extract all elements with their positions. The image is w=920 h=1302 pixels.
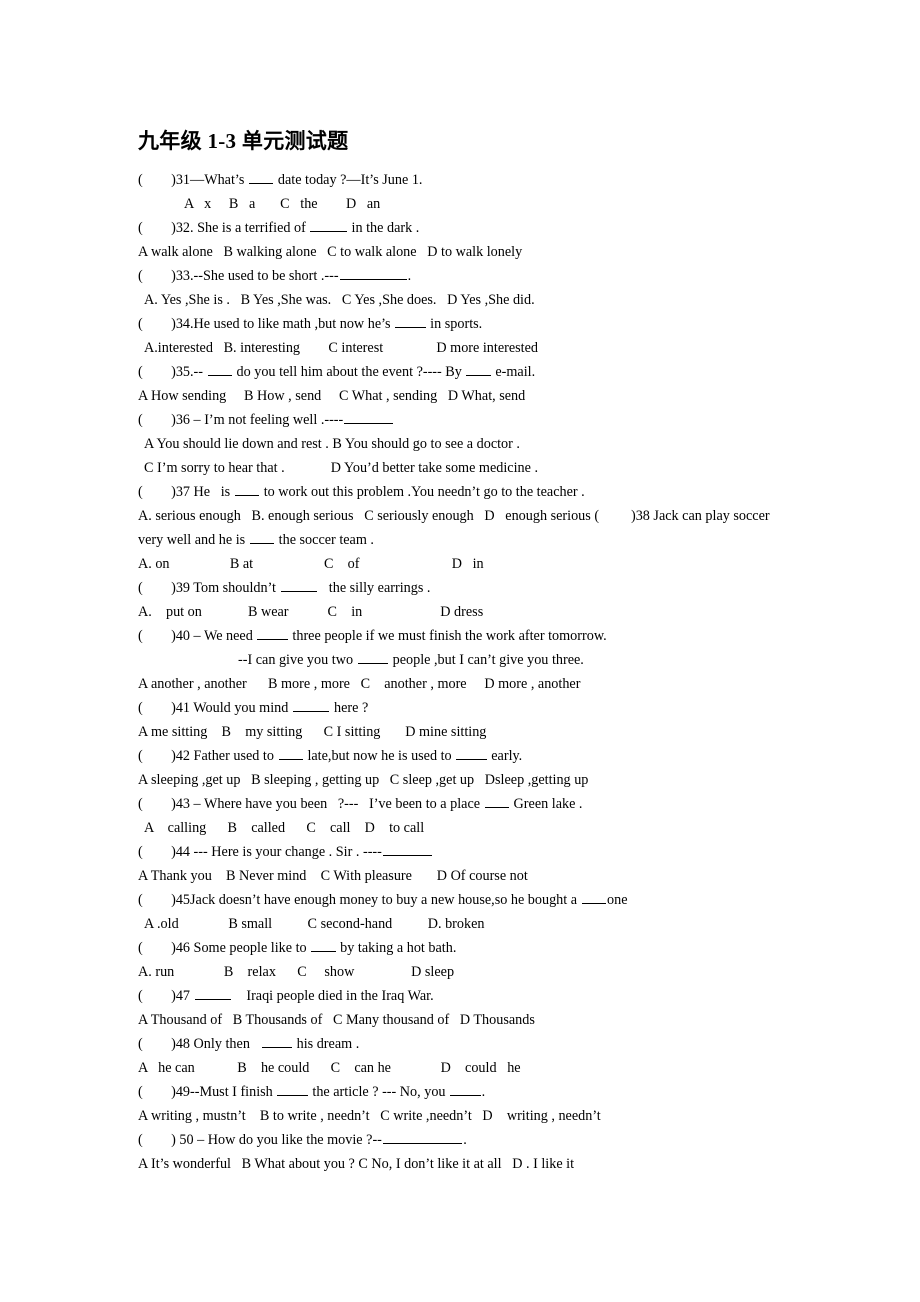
question-line: A x B a C the D an <box>184 196 381 212</box>
question-line: A Thousand of B Thousands of C Many thou… <box>138 1012 535 1028</box>
answer-blank <box>207 362 232 376</box>
question-line: ( )36 – I’m not feeling well .---- <box>138 408 830 432</box>
question-line: very well and he is the soccer team . <box>138 528 830 552</box>
answer-blank <box>310 218 347 232</box>
question-line: ( )45Jack doesn’t have enough money to b… <box>138 888 830 912</box>
answer-blank <box>466 362 491 376</box>
question-line: A. serious enough B. enough serious C se… <box>138 508 770 524</box>
question-line: ( )32. She is a terrified of in the dark… <box>138 216 830 240</box>
question-line: A walk alone B walking alone C to walk a… <box>138 244 523 260</box>
question-line: ( )48 Only then his dream . <box>138 1032 830 1056</box>
answer-blank <box>261 1034 293 1048</box>
question-line: A another , another B more , more C anot… <box>138 676 581 692</box>
answer-blank <box>382 842 432 856</box>
question-line: ( )46 Some people like to by taking a ho… <box>138 936 830 960</box>
question-line: ( )39 Tom shouldn’t the silly earrings . <box>138 576 830 600</box>
question-line: ( )37 He is to work out this problem .Yo… <box>138 480 830 504</box>
question-line: ( )47 Iraqi people died in the Iraq War. <box>138 984 830 1008</box>
answer-blank <box>581 890 607 904</box>
question-line: A he can B he could C can he D could he <box>138 1060 521 1076</box>
answer-blank <box>357 650 389 664</box>
question-line: A calling B called C call D to call <box>144 820 425 836</box>
question-line: A .old B small C second-hand D. broken <box>144 916 485 932</box>
answer-blank <box>339 266 407 280</box>
question-line: A writing , mustn’t B to write , needn’t… <box>138 1108 601 1124</box>
question-line: A.interested B. interesting C interest D… <box>144 340 539 356</box>
question-line: C I’m sorry to hear that . D You’d bette… <box>144 460 539 476</box>
question-line: A sleeping ,get up B sleeping , getting … <box>138 772 589 788</box>
question-line: A How sending B How , send C What , send… <box>138 388 526 404</box>
answer-blank <box>194 986 232 1000</box>
answer-blank <box>311 938 336 952</box>
question-line: A. put on B wear C in D dress <box>138 604 484 620</box>
question-line: ( )43 – Where have you been ?--- I’ve be… <box>138 792 830 816</box>
answer-blank <box>280 578 318 592</box>
question-line: ( )41 Would you mind here ? <box>138 696 830 720</box>
answer-blank <box>484 794 509 808</box>
question-line: ( )35.-- do you tell him about the event… <box>138 360 830 384</box>
question-line: ( )42 Father used to late,but now he is … <box>138 744 830 768</box>
answer-blank <box>395 314 426 328</box>
answer-blank <box>278 746 303 760</box>
question-line: ( )31—What’s date today ?—It’s June 1. <box>138 168 830 192</box>
answer-blank <box>344 410 394 424</box>
answer-blank <box>450 1082 481 1096</box>
question-line: ( )44 --- Here is your change . Sir . --… <box>138 840 830 864</box>
answer-blank <box>382 1130 463 1144</box>
question-line: ( )33.--She used to be short .---. <box>138 264 830 288</box>
question-line: A. Yes ,She is . B Yes ,She was. C Yes ,… <box>144 292 535 308</box>
answer-blank <box>257 626 288 640</box>
document-page: 九年级 1-3 单元测试题 ( )31—What’s date today ?—… <box>0 0 920 1302</box>
question-line: --I can give you two people ,but I can’t… <box>138 648 830 672</box>
question-line: A Thank you B Never mind C With pleasure… <box>138 868 528 884</box>
answer-blank <box>277 1082 308 1096</box>
answer-blank <box>249 530 275 544</box>
question-line: ( ) 50 – How do you like the movie ?--. <box>138 1128 830 1152</box>
answer-blank <box>292 698 330 712</box>
answer-blank <box>248 170 274 184</box>
question-line: ( )40 – We need three people if we must … <box>138 624 830 648</box>
question-line: A. on B at C of D in <box>138 556 484 572</box>
page-title: 九年级 1-3 单元测试题 <box>138 129 349 153</box>
question-line: ( )49--Must I finish the article ? --- N… <box>138 1080 830 1104</box>
question-line: A You should lie down and rest . B You s… <box>144 436 520 452</box>
question-line: ( )34.He used to like math ,but now he’s… <box>138 312 830 336</box>
answer-blank <box>234 482 260 496</box>
answer-blank <box>456 746 487 760</box>
question-line: A. run B relax C show D sleep <box>138 964 455 980</box>
question-line: A It’s wonderful B What about you ? C No… <box>138 1156 575 1172</box>
question-list: ( )31—What’s date today ?—It’s June 1. A … <box>138 168 830 1176</box>
question-line: A me sitting B my sitting C I sitting D … <box>138 724 487 740</box>
